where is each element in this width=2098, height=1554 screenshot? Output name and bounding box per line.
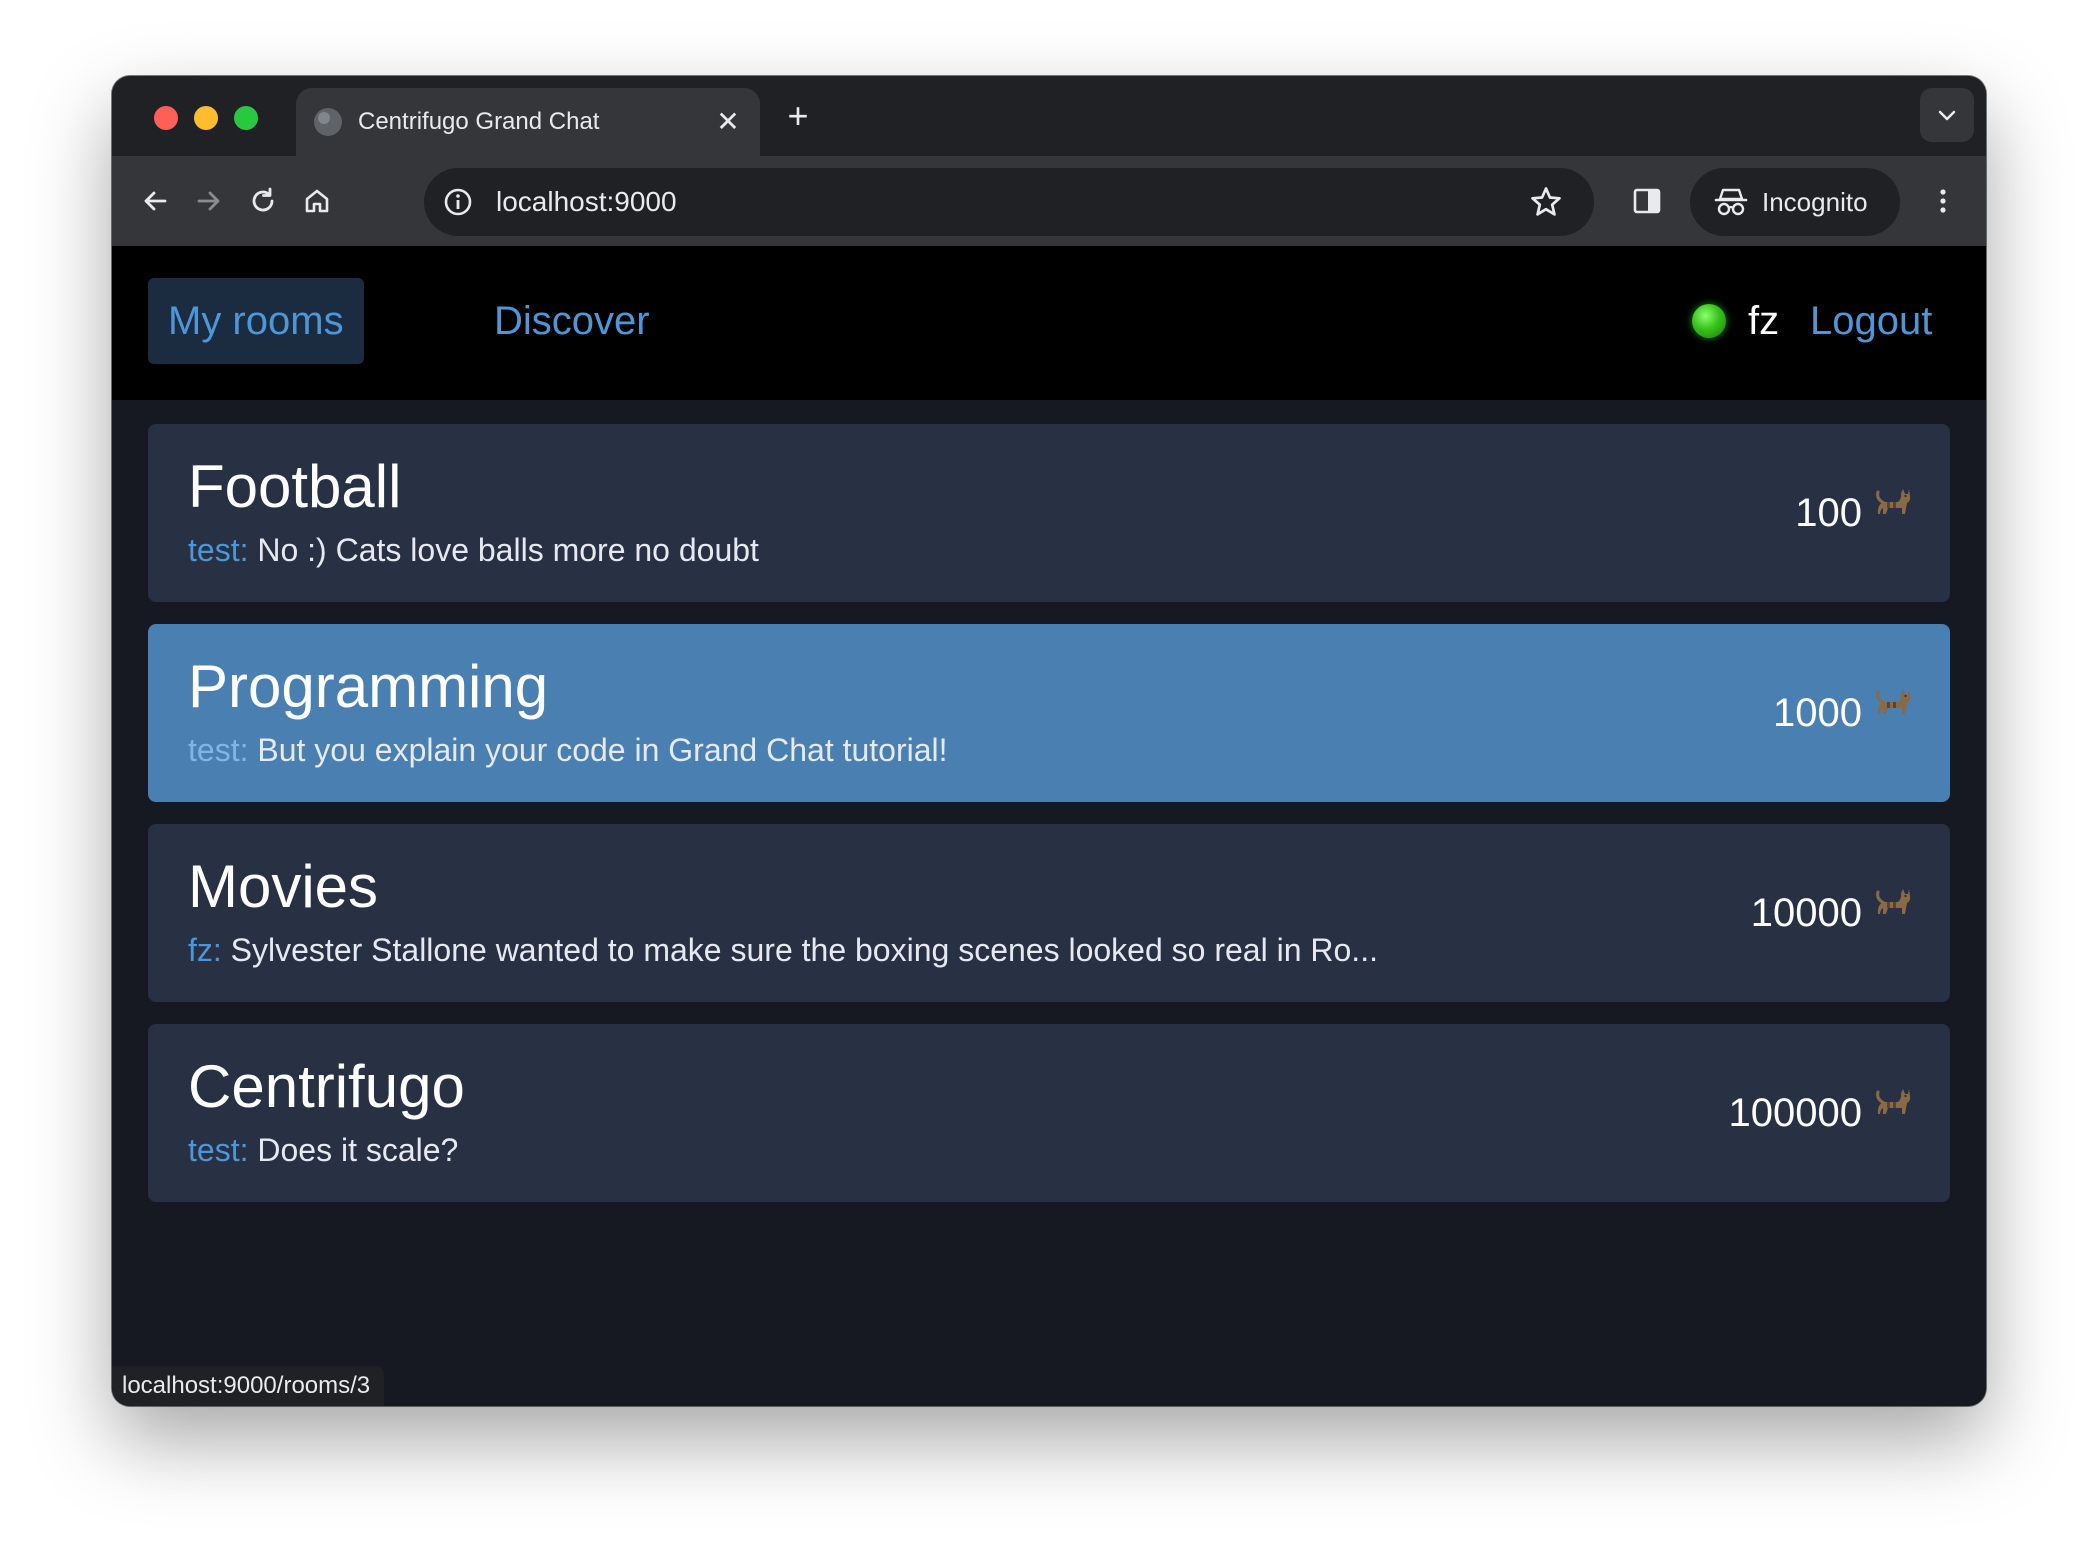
incognito-indicator[interactable]: Incognito xyxy=(1690,168,1900,236)
room-member-count: 100 xyxy=(1795,486,1912,540)
message-author: test: xyxy=(188,1132,249,1168)
chat-app: My rooms Discover fz Logout Football test… xyxy=(112,246,1986,1406)
room-card-football[interactable]: Football test: No :) Cats love balls more… xyxy=(148,424,1950,602)
minimize-window-button[interactable] xyxy=(194,106,218,130)
back-button[interactable] xyxy=(132,178,178,224)
close-tab-icon[interactable]: ✕ xyxy=(714,108,742,136)
message-author: fz: xyxy=(188,932,222,968)
browser-tab[interactable]: Centrifugo Grand Chat ✕ xyxy=(296,88,760,156)
home-icon xyxy=(305,189,329,213)
room-member-count: 1000 xyxy=(1773,686,1912,740)
app-header: My rooms Discover fz Logout xyxy=(112,246,1986,400)
member-count-value: 100 xyxy=(1795,491,1862,535)
room-last-message: test: But you explain your code in Grand… xyxy=(188,730,1388,770)
side-panel-icon xyxy=(1633,188,1661,214)
room-card-centrifugo[interactable]: Centrifugo test: Does it scale? 100000 xyxy=(148,1024,1950,1202)
member-count-value: 100000 xyxy=(1728,1091,1862,1135)
browser-titlebar: Centrifugo Grand Chat ✕ + xyxy=(112,76,1986,156)
cat-icon xyxy=(1872,684,1912,738)
cat-icon xyxy=(1872,1084,1912,1138)
new-tab-button[interactable]: + xyxy=(780,98,816,134)
member-count-value: 10000 xyxy=(1750,891,1862,935)
tab-discover[interactable]: Discover xyxy=(494,278,650,364)
message-author: test: xyxy=(188,532,249,568)
room-last-message: test: No :) Cats love balls more no doub… xyxy=(188,530,1388,570)
browser-toolbar: localhost:9000 Incognito xyxy=(112,156,1986,246)
browser-menu-button[interactable] xyxy=(1920,178,1966,224)
message-text: Sylvester Stallone wanted to make sure t… xyxy=(221,932,1378,968)
room-card-movies[interactable]: Movies fz: Sylvester Stallone wanted to m… xyxy=(148,824,1950,1002)
info-icon[interactable] xyxy=(442,186,474,218)
more-vertical-icon xyxy=(1940,189,1946,213)
room-title: Centrifugo xyxy=(188,1053,465,1120)
tab-title: Centrifugo Grand Chat xyxy=(358,108,600,135)
room-member-count: 100000 xyxy=(1729,1086,1912,1140)
room-last-message: test: Does it scale? xyxy=(188,1130,1388,1170)
tab-my-rooms[interactable]: My rooms xyxy=(148,278,364,364)
logout-link[interactable]: Logout xyxy=(1810,278,1932,364)
room-last-message: fz: Sylvester Stallone wanted to make su… xyxy=(188,930,1388,970)
arrow-left-icon xyxy=(144,191,167,211)
forward-button[interactable] xyxy=(186,178,232,224)
close-window-button[interactable] xyxy=(154,106,178,130)
room-list: Football test: No :) Cats love balls more… xyxy=(148,424,1950,1224)
member-count-value: 1000 xyxy=(1773,691,1862,735)
username: fz xyxy=(1748,299,1780,343)
incognito-icon xyxy=(1714,188,1748,216)
chevron-down-icon xyxy=(1938,110,1956,121)
home-button[interactable] xyxy=(294,178,340,224)
room-title: Programming xyxy=(188,653,549,720)
connection-status-indicator xyxy=(1692,304,1726,338)
maximize-window-button[interactable] xyxy=(234,106,258,130)
cat-icon xyxy=(1872,484,1912,538)
incognito-label: Incognito xyxy=(1762,187,1868,217)
message-text: But you explain your code in Grand Chat … xyxy=(248,732,948,768)
arrow-right-icon xyxy=(197,191,220,211)
side-panel-button[interactable] xyxy=(1624,178,1670,224)
globe-icon xyxy=(314,108,342,136)
room-card-programming[interactable]: Programming test: But you explain your co… xyxy=(148,624,1950,802)
address-bar[interactable]: localhost:9000 xyxy=(424,168,1594,236)
browser-window: Centrifugo Grand Chat ✕ + localhost:9000… xyxy=(112,76,1986,1406)
tab-search-button[interactable] xyxy=(1920,88,1974,142)
url-text[interactable]: localhost:9000 xyxy=(496,168,677,236)
cat-icon xyxy=(1872,884,1912,938)
reload-icon xyxy=(252,187,274,212)
room-member-count: 10000 xyxy=(1751,886,1912,940)
bookmark-star-icon[interactable] xyxy=(1528,184,1564,220)
link-status-bar: localhost:9000/rooms/3 xyxy=(112,1366,385,1406)
message-author: test: xyxy=(188,732,249,768)
room-title: Football xyxy=(188,453,402,520)
reload-button[interactable] xyxy=(240,178,286,224)
room-title: Movies xyxy=(188,853,379,920)
message-text: No :) Cats love balls more no doubt xyxy=(248,532,759,568)
message-text: Does it scale? xyxy=(248,1132,459,1168)
